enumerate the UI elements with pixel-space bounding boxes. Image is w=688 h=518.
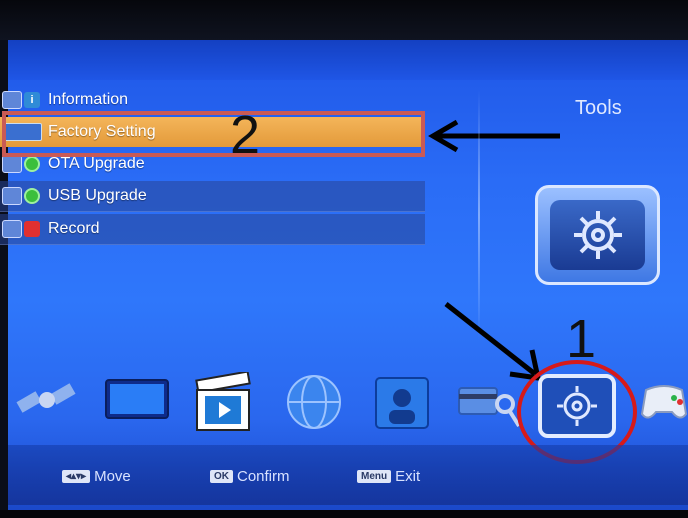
satellite-icon (16, 383, 76, 413)
category-tv[interactable] (104, 376, 170, 426)
tv-bezel-top (0, 0, 688, 40)
information-icon: i (0, 89, 44, 111)
category-satellite[interactable] (12, 376, 82, 426)
menu-item-usb-upgrade[interactable]: USB Upgrade (0, 181, 425, 212)
panel-title: Tools (575, 97, 622, 119)
category-users[interactable] (372, 372, 432, 432)
menu-item-record[interactable]: Record (0, 214, 425, 245)
category-network[interactable] (284, 372, 344, 432)
clapperboard-icon (195, 372, 251, 431)
menu-item-label: OTA Upgrade (48, 155, 145, 172)
gear-icon (535, 185, 660, 285)
gamepad-icon (640, 385, 688, 419)
hint-exit-label: Exit (395, 468, 421, 485)
globe-icon (287, 375, 341, 429)
annotation-arrow-left-icon (428, 119, 560, 153)
tv-bezel-bottom (0, 510, 688, 518)
usb-upgrade-icon (0, 185, 44, 207)
hint-confirm-label: Confirm (237, 468, 290, 485)
screen-top-band (8, 40, 688, 80)
tv-icon (105, 379, 169, 419)
menu-item-label: Information (48, 91, 129, 108)
menu-key: Menu (357, 470, 392, 483)
key-card-icon (458, 387, 521, 428)
record-icon (0, 218, 44, 240)
hint-confirm: OK Confirm (210, 468, 290, 485)
category-conditional-access[interactable] (455, 378, 525, 434)
settings-menu: i Information Factory Setting OTA Upgrad… (0, 85, 425, 247)
hint-exit: Menu Exit (357, 468, 420, 485)
arrows-key-icon: ◂▴▾▸ (62, 470, 91, 483)
category-media[interactable] (193, 372, 253, 434)
ok-key: OK (210, 470, 233, 483)
hint-move: ◂▴▾▸ Move (62, 468, 131, 485)
annotation-step-2: 2 (230, 105, 261, 165)
people-icon (375, 377, 429, 429)
category-games[interactable] (640, 376, 688, 426)
menu-item-label: USB Upgrade (48, 187, 147, 204)
hint-move-label: Move (94, 468, 131, 485)
annotation-highlight-rectangle (2, 111, 425, 157)
menu-item-label: Record (48, 220, 100, 237)
